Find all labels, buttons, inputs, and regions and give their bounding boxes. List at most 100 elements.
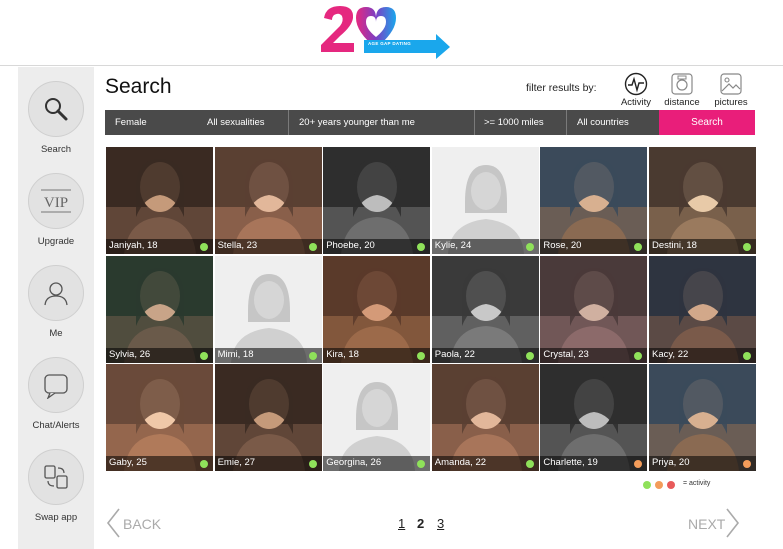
legend-label: = activity [683, 480, 711, 487]
profile-caption-bar: Destini, 18 [649, 239, 756, 254]
sidebar-item-swap-app[interactable]: Swap app [18, 449, 94, 537]
page-current-2: 2 [417, 516, 425, 531]
logo[interactable]: AGE GAP DATING [318, 2, 454, 60]
filter-gender[interactable]: Female [115, 110, 147, 135]
profile-photo [214, 364, 322, 471]
activity-status-dot [634, 243, 643, 251]
activity-status-dot [308, 243, 317, 251]
profile-name-age: Janiyah, 18 [109, 240, 158, 251]
search-icon [45, 98, 68, 121]
profile-card[interactable]: Amanda, 22 [431, 364, 539, 471]
filter-distance-button[interactable]: distance [660, 72, 704, 110]
legend-dot-away [667, 481, 675, 489]
profile-name-age: Rose, 20 [543, 240, 582, 251]
profile-card[interactable]: Rose, 20 [540, 147, 648, 254]
profile-card[interactable]: Kira, 18 [323, 255, 431, 363]
sidebar-chat-circle[interactable] [28, 357, 84, 413]
profile-photo [431, 255, 539, 363]
legend-dot-online [643, 481, 651, 489]
profile-card[interactable]: Paola, 22 [431, 255, 539, 363]
activity-status-dot [308, 351, 317, 360]
profile-card[interactable]: Sylvia, 26 [106, 255, 213, 363]
profile-name-age: Priya, 20 [652, 457, 690, 468]
sidebar-upgrade-circle[interactable]: VIP [28, 173, 84, 229]
filter-distance-label: distance [664, 97, 700, 108]
profile-photo [214, 147, 322, 254]
profile-card[interactable]: Priya, 20 [649, 364, 756, 471]
filter-age[interactable]: 20+ years younger than me [299, 110, 415, 135]
page-link-1[interactable]: 1 [398, 516, 405, 531]
activity-status-dot [634, 351, 643, 360]
sidebar-swap-circle[interactable] [28, 449, 84, 505]
sidebar-item-label: Upgrade [37, 236, 75, 247]
search-button[interactable]: Search [659, 110, 755, 135]
profile-card[interactable]: Kacy, 22 [649, 255, 756, 363]
activity-status-dot [525, 460, 534, 468]
profile-card[interactable]: Emie, 27 [214, 364, 322, 471]
sidebar-me-circle[interactable] [28, 265, 84, 321]
user-icon [44, 282, 68, 306]
page-link-3[interactable]: 3 [437, 516, 444, 531]
sidebar-item-upgrade[interactable]: VIP Upgrade [18, 173, 94, 261]
filter-divider [566, 110, 567, 135]
profile-name-age: Charlette, 19 [543, 457, 598, 468]
profile-card[interactable]: Crystal, 23 [540, 255, 648, 363]
activity-status-dot [417, 460, 426, 468]
profile-caption-bar: Amanda, 22 [431, 456, 539, 471]
filter-activity-button[interactable]: Activity [614, 72, 658, 110]
filter-distance[interactable]: >= 1000 miles [484, 110, 544, 135]
activity-status-dot [634, 460, 643, 468]
back-label: BACK [123, 516, 162, 532]
profile-card[interactable]: Phoebe, 20 [323, 147, 431, 254]
profile-photo [431, 364, 539, 471]
profile-caption-bar: Crystal, 23 [540, 347, 648, 363]
profile-caption-bar: Kira, 18 [323, 347, 431, 363]
sidebar-item-search[interactable]: Search [18, 81, 94, 169]
profile-card[interactable]: Kylie, 24 [431, 147, 539, 254]
activity-status-dot [200, 460, 208, 468]
profile-card[interactable]: Georgina, 26 [323, 364, 431, 471]
profile-card[interactable]: Destini, 18 [649, 147, 756, 254]
legend-dot-recent [655, 481, 663, 489]
back-button[interactable]: BACK [106, 508, 176, 538]
profile-caption-bar: Kacy, 22 [649, 347, 756, 363]
filter-sexuality[interactable]: All sexualities [207, 110, 265, 135]
placeholder-avatar-icon [431, 147, 539, 254]
profile-name-age: Phoebe, 20 [326, 240, 375, 251]
profile-caption-bar: Mimi, 18 [214, 347, 322, 363]
placeholder-avatar-icon [214, 255, 322, 363]
logo-tagline: AGE GAP DATING [368, 41, 412, 46]
profile-card[interactable]: Gaby, 25 [106, 364, 213, 471]
filter-bar: Female All sexualities 20+ years younger… [105, 110, 755, 135]
sidebar: Search VIP Upgrade Me Chat/Alerts Swap a… [18, 67, 94, 549]
sidebar-search-circle[interactable] [28, 81, 84, 137]
profile-photo [106, 255, 213, 363]
vip-icon: VIP [41, 189, 71, 213]
sidebar-item-me[interactable]: Me [18, 265, 94, 353]
profile-name-age: Kylie, 24 [434, 240, 472, 251]
chat-icon [44, 374, 68, 399]
activity-status-dot [743, 243, 751, 251]
chevron-right-icon [726, 508, 740, 538]
next-label: NEXT [688, 516, 726, 532]
profile-caption-bar: Priya, 20 [649, 456, 756, 471]
profile-caption-bar: Gaby, 25 [106, 456, 213, 471]
profile-caption-bar: Paola, 22 [431, 347, 539, 363]
profile-photo [649, 147, 756, 254]
filter-country[interactable]: All countries [577, 110, 629, 135]
profile-photo [540, 255, 648, 363]
profile-card[interactable]: Mimi, 18 [214, 255, 322, 363]
filter-pictures-label: pictures [714, 97, 748, 108]
activity-status-dot [525, 243, 534, 251]
profile-card[interactable]: Stella, 23 [214, 147, 322, 254]
distance-icon [671, 73, 693, 95]
activity-status-dot [417, 351, 426, 360]
sidebar-item-chat-alerts[interactable]: Chat/Alerts [18, 357, 94, 445]
activity-status-dot [200, 243, 208, 251]
header: AGE GAP DATING [0, 0, 783, 66]
filter-pictures-button[interactable]: pictures [709, 72, 753, 110]
profile-card[interactable]: Janiyah, 18 [106, 147, 213, 254]
sidebar-item-label: Swap app [34, 512, 78, 523]
next-button[interactable]: NEXT [686, 508, 746, 538]
profile-card[interactable]: Charlette, 19 [540, 364, 648, 471]
